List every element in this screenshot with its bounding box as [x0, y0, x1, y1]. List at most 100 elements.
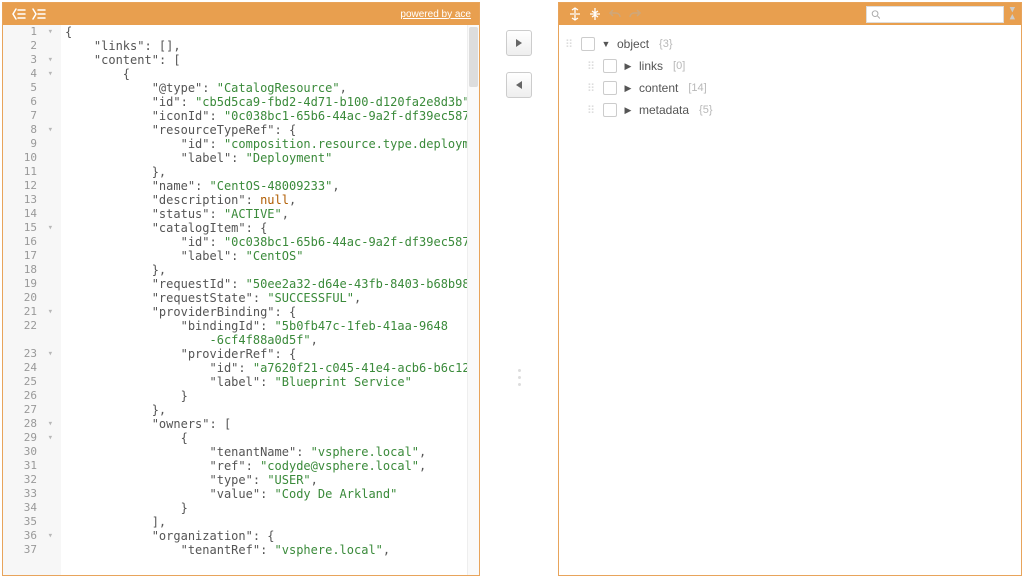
- code-line[interactable]: "requestState": "SUCCESSFUL",: [65, 291, 479, 305]
- drag-handle-icon[interactable]: ⠿: [587, 60, 597, 73]
- tree-root[interactable]: ⠿ ▼ object {3}: [565, 33, 1015, 55]
- code-line[interactable]: "iconId": "0c038bc1-65b6-44ac-9a2f-df39e…: [65, 109, 479, 123]
- line-number: 34: [3, 501, 37, 515]
- line-number: 9: [3, 137, 37, 151]
- code-line[interactable]: "catalogItem": {: [65, 221, 479, 235]
- sort-desc-icon[interactable]: ▲: [1010, 14, 1015, 21]
- outdent-icon[interactable]: [9, 4, 29, 24]
- code-line[interactable]: "description": null,: [65, 193, 479, 207]
- tree-label[interactable]: object: [617, 37, 649, 51]
- tree-count: {3}: [659, 38, 672, 50]
- line-number: 8: [3, 123, 37, 137]
- line-number: 23: [3, 347, 37, 361]
- tree-viewer-panel: ▼ ▲ ⠿ ▼ object {3} ⠿ ▶ links [0] ⠿: [558, 2, 1022, 576]
- code-line[interactable]: "@type": "CatalogResource",: [65, 81, 479, 95]
- code-line[interactable]: "id": "a7620f21-c045-41e4-acb6-b6c12115d…: [65, 361, 479, 375]
- node-type-icon: [603, 59, 617, 73]
- code-line[interactable]: "providerBinding": {: [65, 305, 479, 319]
- code-line[interactable]: "content": [: [65, 53, 479, 67]
- line-number: 36: [3, 529, 37, 543]
- line-number: 12: [3, 179, 37, 193]
- collapse-all-icon[interactable]: [565, 4, 585, 24]
- sort-toggle[interactable]: ▼ ▲: [1010, 7, 1015, 21]
- tree-count: {5}: [699, 104, 712, 116]
- code-line[interactable]: "status": "ACTIVE",: [65, 207, 479, 221]
- tree-child-links[interactable]: ⠿ ▶ links [0]: [565, 55, 1015, 77]
- code-line[interactable]: "label": "Deployment": [65, 151, 479, 165]
- line-number: 28: [3, 417, 37, 431]
- line-number: 21: [3, 305, 37, 319]
- line-number: 1: [3, 25, 37, 39]
- tree-count: [0]: [673, 60, 685, 72]
- code-line[interactable]: "links": [],: [65, 39, 479, 53]
- undo-icon[interactable]: [605, 4, 625, 24]
- line-number: 3: [3, 53, 37, 67]
- line-number: 30: [3, 445, 37, 459]
- line-gutter: 1234567891011121314151617181920212223242…: [3, 25, 61, 575]
- code-line[interactable]: "name": "CentOS-48009233",: [65, 179, 479, 193]
- code-line[interactable]: },: [65, 403, 479, 417]
- code-line[interactable]: "providerRef": {: [65, 347, 479, 361]
- scrollbar-thumb[interactable]: [469, 27, 478, 87]
- code-line[interactable]: ],: [65, 515, 479, 529]
- tree-body[interactable]: ⠿ ▼ object {3} ⠿ ▶ links [0] ⠿ ▶ content…: [559, 25, 1021, 575]
- code-line[interactable]: "id": "composition.resource.type.deploym…: [65, 137, 479, 151]
- code-line[interactable]: },: [65, 165, 479, 179]
- code-line[interactable]: "tenantRef": "vsphere.local",: [65, 543, 479, 557]
- disclosure-closed-icon[interactable]: ▶: [623, 105, 633, 116]
- code-line[interactable]: "tenantName": "vsphere.local",: [65, 445, 479, 459]
- disclosure-closed-icon[interactable]: ▶: [623, 83, 633, 94]
- disclosure-closed-icon[interactable]: ▶: [623, 61, 633, 72]
- code-line[interactable]: "owners": [: [65, 417, 479, 431]
- drag-handle-icon[interactable]: ⠿: [587, 104, 597, 117]
- line-number: 14: [3, 207, 37, 221]
- code-line[interactable]: },: [65, 263, 479, 277]
- tree-child-metadata[interactable]: ⠿ ▶ metadata {5}: [565, 99, 1015, 121]
- powered-by-link[interactable]: powered by ace: [400, 9, 471, 20]
- indent-icon[interactable]: [29, 4, 49, 24]
- code-line[interactable]: "requestId": "50ee2a32-d64e-43fb-8403-b6…: [65, 277, 479, 291]
- node-type-icon: [603, 103, 617, 117]
- code-line[interactable]: "label": "Blueprint Service": [65, 375, 479, 389]
- drag-handle-icon[interactable]: ⠿: [587, 82, 597, 95]
- search-input[interactable]: [884, 8, 998, 20]
- code-line[interactable]: "label": "CentOS": [65, 249, 479, 263]
- transfer-left-button[interactable]: [506, 72, 532, 98]
- code-editor-panel: powered by ace 1234567891011121314151617…: [2, 2, 480, 576]
- code-area[interactable]: { "links": [], "content": [ { "@type": "…: [61, 25, 479, 575]
- code-line[interactable]: "value": "Cody De Arkland": [65, 487, 479, 501]
- code-line[interactable]: "bindingId": "5b0fb47c-1feb-41aa-9648 -6…: [65, 319, 479, 347]
- search-icon: [871, 9, 881, 20]
- editor-toolbar: powered by ace: [3, 3, 479, 25]
- code-line[interactable]: {: [65, 431, 479, 445]
- line-number: 22: [3, 319, 37, 347]
- line-number: 27: [3, 403, 37, 417]
- tree-label[interactable]: links: [639, 59, 663, 73]
- code-line[interactable]: }: [65, 501, 479, 515]
- tree-label[interactable]: metadata: [639, 103, 689, 117]
- search-box[interactable]: [866, 6, 1004, 23]
- line-number: 11: [3, 165, 37, 179]
- code-line[interactable]: "type": "USER",: [65, 473, 479, 487]
- code-editor[interactable]: 1234567891011121314151617181920212223242…: [3, 25, 479, 575]
- code-line[interactable]: "id": "cb5d5ca9-fbd2-4d71-b100-d120fa2e8…: [65, 95, 479, 109]
- code-line[interactable]: {: [65, 25, 479, 39]
- transfer-controls: [482, 2, 556, 576]
- code-line[interactable]: "id": "0c038bc1-65b6-44ac-9a2f-df39ec587…: [65, 235, 479, 249]
- redo-icon[interactable]: [625, 4, 645, 24]
- expand-all-icon[interactable]: [585, 4, 605, 24]
- code-line[interactable]: "ref": "codyde@vsphere.local",: [65, 459, 479, 473]
- line-number: 10: [3, 151, 37, 165]
- line-number: 29: [3, 431, 37, 445]
- tree-label[interactable]: content: [639, 81, 678, 95]
- code-line[interactable]: }: [65, 389, 479, 403]
- transfer-right-button[interactable]: [506, 30, 532, 56]
- resize-handle-icon[interactable]: [518, 369, 521, 386]
- drag-handle-icon[interactable]: ⠿: [565, 38, 575, 51]
- disclosure-open-icon[interactable]: ▼: [601, 39, 611, 49]
- vertical-scrollbar[interactable]: [467, 25, 479, 575]
- code-line[interactable]: "resourceTypeRef": {: [65, 123, 479, 137]
- code-line[interactable]: "organization": {: [65, 529, 479, 543]
- code-line[interactable]: {: [65, 67, 479, 81]
- tree-child-content[interactable]: ⠿ ▶ content [14]: [565, 77, 1015, 99]
